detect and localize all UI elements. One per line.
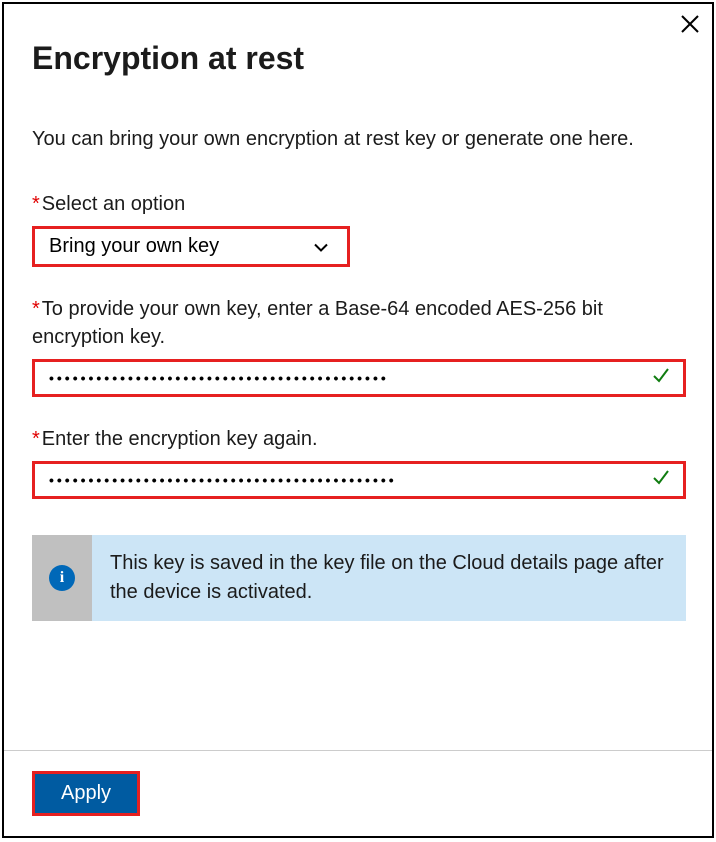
confirm-label-text: Enter the encryption key again. [42,428,318,450]
confirm-label: *Enter the encryption key again. [32,425,684,453]
close-button[interactable] [680,12,700,38]
close-icon [680,14,700,34]
check-icon [651,466,671,494]
encryption-panel: Encryption at rest You can bring your ow… [2,2,714,838]
info-callout: i This key is saved in the key file on t… [32,535,686,621]
panel-content: Encryption at rest You can bring your ow… [4,4,712,621]
info-icon: i [49,565,75,591]
info-icon-container: i [32,535,92,621]
encryption-key-input[interactable]: ••••••••••••••••••••••••••••••••••••••••… [32,359,686,397]
option-select-value: Bring your own key [49,235,219,258]
info-text: This key is saved in the key file on the… [92,535,686,621]
option-label-text: Select an option [42,193,185,215]
key-masked-value: ••••••••••••••••••••••••••••••••••••••••… [49,370,389,386]
confirm-key-input[interactable]: ••••••••••••••••••••••••••••••••••••••••… [32,461,686,499]
page-title: Encryption at rest [32,40,684,77]
required-asterisk: * [32,428,40,450]
key-label-text: To provide your own key, enter a Base-64… [32,298,603,348]
required-asterisk: * [32,193,40,215]
required-asterisk: * [32,298,40,320]
option-label: *Select an option [32,190,684,218]
check-icon [651,364,671,392]
chevron-down-icon [313,235,329,258]
key-label: *To provide your own key, enter a Base-6… [32,295,684,351]
page-description: You can bring your own encryption at res… [32,125,684,154]
apply-button[interactable]: Apply [32,771,140,816]
option-select[interactable]: Bring your own key [32,226,350,267]
panel-footer: Apply [4,750,712,836]
confirm-masked-value: ••••••••••••••••••••••••••••••••••••••••… [49,472,397,488]
